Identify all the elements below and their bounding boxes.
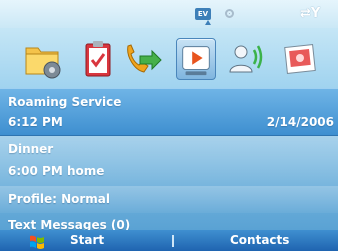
list-item-messages[interactable]: Text Messages (0)	[0, 213, 338, 230]
tasks-clipboard-icon[interactable]	[78, 38, 118, 80]
softkey-bar: Start Contacts	[0, 230, 338, 251]
ev-icon: EV	[195, 8, 211, 25]
title-bar: EV ⇄Y	[0, 0, 338, 28]
phone-icon[interactable]	[122, 38, 162, 80]
contact-beam-icon[interactable]	[226, 38, 266, 80]
folder-settings-icon[interactable]	[22, 38, 62, 80]
list-item-profile[interactable]: Profile: Normal	[0, 186, 338, 213]
appointment-title: Dinner	[8, 142, 54, 156]
signal-icon[interactable]: ⇄Y	[300, 5, 332, 23]
today-screen: EV ⇄Y Roaming Service 6:12 PM 2/14/2006 …	[0, 0, 338, 251]
windows-logo-icon	[30, 235, 44, 249]
profile-label: Profile: Normal	[8, 192, 110, 206]
softkey-divider	[172, 235, 174, 247]
current-date: 2/14/2006	[266, 115, 334, 129]
contacts-softkey[interactable]: Contacts	[230, 233, 289, 247]
media-player-icon[interactable]	[176, 38, 216, 80]
start-softkey[interactable]: Start	[70, 233, 104, 247]
appointment-detail: 6:00 PM home	[8, 164, 105, 178]
photo-icon[interactable]	[280, 38, 320, 80]
icon-toolbar	[0, 28, 338, 88]
sync-icon	[225, 9, 234, 18]
messages-label: Text Messages (0)	[8, 218, 131, 230]
list-item-appointment[interactable]: Dinner 6:00 PM home	[0, 136, 338, 186]
roaming-title: Roaming Service	[8, 95, 122, 109]
current-time: 6:12 PM	[8, 115, 63, 129]
list-item-roaming[interactable]: Roaming Service 6:12 PM 2/14/2006	[0, 88, 338, 136]
